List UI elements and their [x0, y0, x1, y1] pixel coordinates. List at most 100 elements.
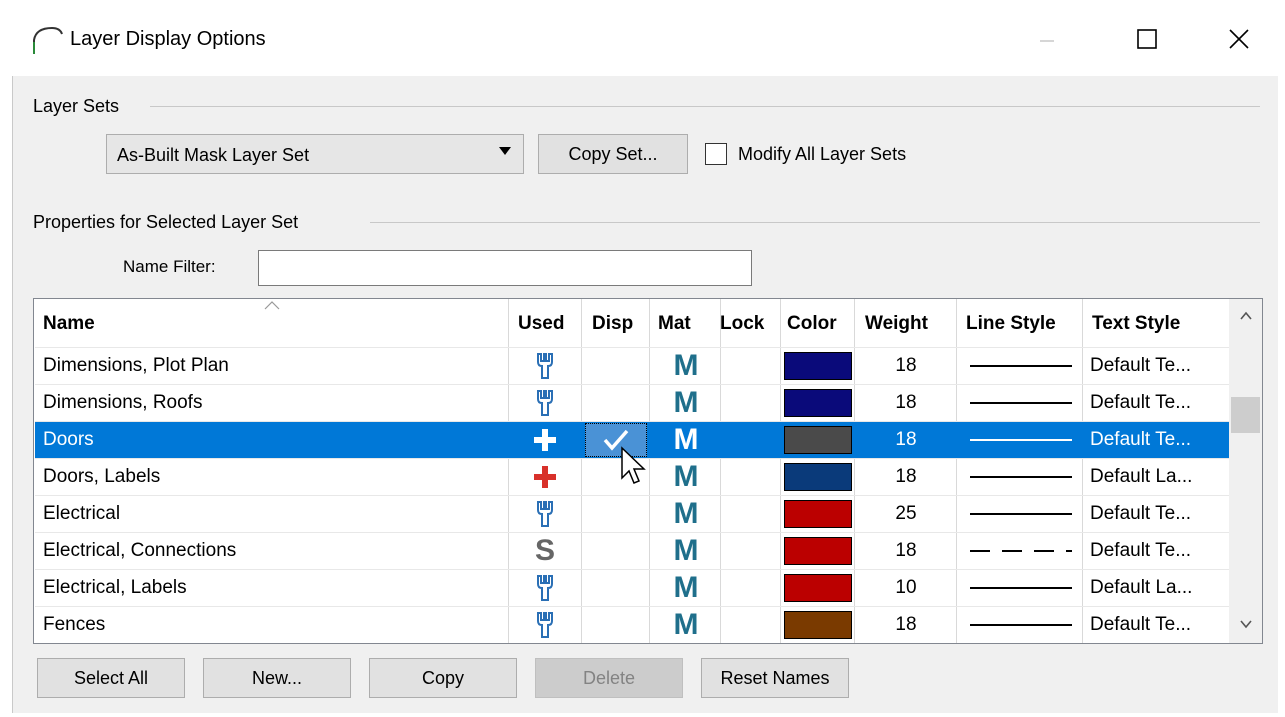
- mat-cell[interactable]: M: [651, 348, 721, 384]
- mouse-pointer-icon: [621, 446, 646, 484]
- used-cell[interactable]: [509, 459, 581, 495]
- color-cell[interactable]: [782, 422, 854, 458]
- used-cell[interactable]: [509, 607, 581, 643]
- color-cell[interactable]: [782, 459, 854, 495]
- table-row[interactable]: Electrical M 25 Default Te...: [35, 495, 1229, 532]
- scroll-thumb[interactable]: [1231, 397, 1260, 433]
- col-header-mat[interactable]: Mat: [658, 313, 691, 335]
- col-header-line-style[interactable]: Line Style: [966, 313, 1056, 335]
- reset-names-button[interactable]: Reset Names: [701, 658, 849, 698]
- line-style-icon: [970, 402, 1072, 404]
- table-row[interactable]: Dimensions, Plot Plan M 18 Default Te...: [35, 347, 1229, 384]
- line-style-icon: [970, 587, 1072, 589]
- wrench-icon: [537, 353, 553, 379]
- line-style-cell[interactable]: [961, 607, 1081, 643]
- layer-name: Dimensions, Roofs: [43, 392, 203, 413]
- color-cell[interactable]: [782, 570, 854, 606]
- layer-set-select-value: As-Built Mask Layer Set: [117, 145, 310, 165]
- table-row[interactable]: Fences M 18 Default Te...: [35, 606, 1229, 643]
- layer-text-style[interactable]: Default Te...: [1090, 348, 1230, 384]
- color-cell[interactable]: [782, 496, 854, 532]
- color-cell[interactable]: [782, 533, 854, 569]
- layer-text-style[interactable]: Default Te...: [1090, 533, 1230, 569]
- name-filter-label: Name Filter:: [123, 257, 216, 276]
- disp-cell[interactable]: [583, 570, 649, 606]
- used-cell[interactable]: S: [509, 533, 581, 569]
- table-row[interactable]: Electrical, Labels M 10 Default La...: [35, 569, 1229, 606]
- col-header-name[interactable]: Name: [43, 313, 95, 335]
- layer-weight[interactable]: 25: [861, 496, 951, 532]
- col-header-color[interactable]: Color: [787, 313, 837, 335]
- line-style-cell[interactable]: [961, 422, 1081, 458]
- table-row[interactable]: Dimensions, Roofs M 18 Default Te...: [35, 384, 1229, 421]
- vertical-scrollbar[interactable]: [1229, 299, 1262, 643]
- new-button[interactable]: New...: [203, 658, 351, 698]
- color-swatch: [784, 574, 852, 602]
- color-cell[interactable]: [782, 348, 854, 384]
- disp-cell[interactable]: [583, 348, 649, 384]
- used-cell[interactable]: [509, 348, 581, 384]
- color-cell[interactable]: [782, 385, 854, 421]
- layer-text-style[interactable]: Default Te...: [1090, 607, 1230, 643]
- col-header-used[interactable]: Used: [518, 313, 564, 335]
- layer-weight[interactable]: 18: [861, 607, 951, 643]
- name-filter-input[interactable]: [258, 250, 752, 286]
- layer-text-style[interactable]: Default Te...: [1090, 422, 1230, 458]
- copy-set-button[interactable]: Copy Set...: [538, 134, 688, 174]
- layer-text-style[interactable]: Default Te...: [1090, 496, 1230, 532]
- mat-cell[interactable]: M: [651, 496, 721, 532]
- color-swatch: [784, 500, 852, 528]
- layer-weight[interactable]: 18: [861, 348, 951, 384]
- layer-weight[interactable]: 18: [861, 533, 951, 569]
- modify-all-checkbox[interactable]: [705, 143, 727, 165]
- line-style-cell[interactable]: [961, 533, 1081, 569]
- mat-cell[interactable]: M: [651, 459, 721, 495]
- used-cell[interactable]: [509, 422, 581, 458]
- mat-cell[interactable]: M: [651, 607, 721, 643]
- used-cell[interactable]: [509, 570, 581, 606]
- line-style-cell[interactable]: [961, 459, 1081, 495]
- sort-ascending-icon[interactable]: [263, 299, 281, 311]
- mat-cell[interactable]: M: [651, 533, 721, 569]
- mat-cell[interactable]: M: [651, 422, 721, 458]
- line-style-cell[interactable]: [961, 385, 1081, 421]
- col-header-disp[interactable]: Disp: [592, 313, 633, 335]
- close-icon[interactable]: [1216, 20, 1262, 60]
- disp-cell[interactable]: [583, 533, 649, 569]
- layer-weight[interactable]: 10: [861, 570, 951, 606]
- scroll-up-icon[interactable]: [1239, 309, 1253, 323]
- wrench-icon: [537, 501, 553, 527]
- col-header-text-style[interactable]: Text Style: [1092, 313, 1180, 335]
- table-row[interactable]: Electrical, Connections S M 18 Default Te...: [35, 532, 1229, 569]
- col-header-lock[interactable]: Lock: [720, 313, 764, 335]
- line-style-cell[interactable]: [961, 496, 1081, 532]
- line-style-cell[interactable]: [961, 570, 1081, 606]
- used-cell[interactable]: [509, 385, 581, 421]
- mat-cell[interactable]: M: [651, 385, 721, 421]
- color-cell[interactable]: [782, 607, 854, 643]
- layer-weight[interactable]: 18: [861, 385, 951, 421]
- minimize-icon[interactable]: [1024, 20, 1070, 60]
- maximize-icon[interactable]: [1124, 20, 1170, 60]
- layer-name: Doors, Labels: [43, 466, 161, 487]
- plus-icon: [534, 429, 556, 451]
- layer-name: Doors: [43, 429, 94, 450]
- copy-button[interactable]: Copy: [369, 658, 517, 698]
- layer-text-style[interactable]: Default La...: [1090, 570, 1230, 606]
- layer-weight[interactable]: 18: [861, 422, 951, 458]
- color-swatch: [784, 463, 852, 491]
- disp-cell[interactable]: [583, 607, 649, 643]
- used-cell[interactable]: [509, 496, 581, 532]
- col-header-weight[interactable]: Weight: [865, 313, 928, 335]
- layer-text-style[interactable]: Default Te...: [1090, 385, 1230, 421]
- line-style-cell[interactable]: [961, 348, 1081, 384]
- layer-weight[interactable]: 18: [861, 459, 951, 495]
- select-all-button[interactable]: Select All: [37, 658, 185, 698]
- disp-cell[interactable]: [583, 496, 649, 532]
- disp-cell[interactable]: [583, 385, 649, 421]
- mat-cell[interactable]: M: [651, 570, 721, 606]
- layer-set-select[interactable]: As-Built Mask Layer Set: [106, 134, 524, 174]
- layer-text-style[interactable]: Default La...: [1090, 459, 1230, 495]
- scroll-down-icon[interactable]: [1239, 617, 1253, 631]
- delete-button[interactable]: Delete: [535, 658, 683, 698]
